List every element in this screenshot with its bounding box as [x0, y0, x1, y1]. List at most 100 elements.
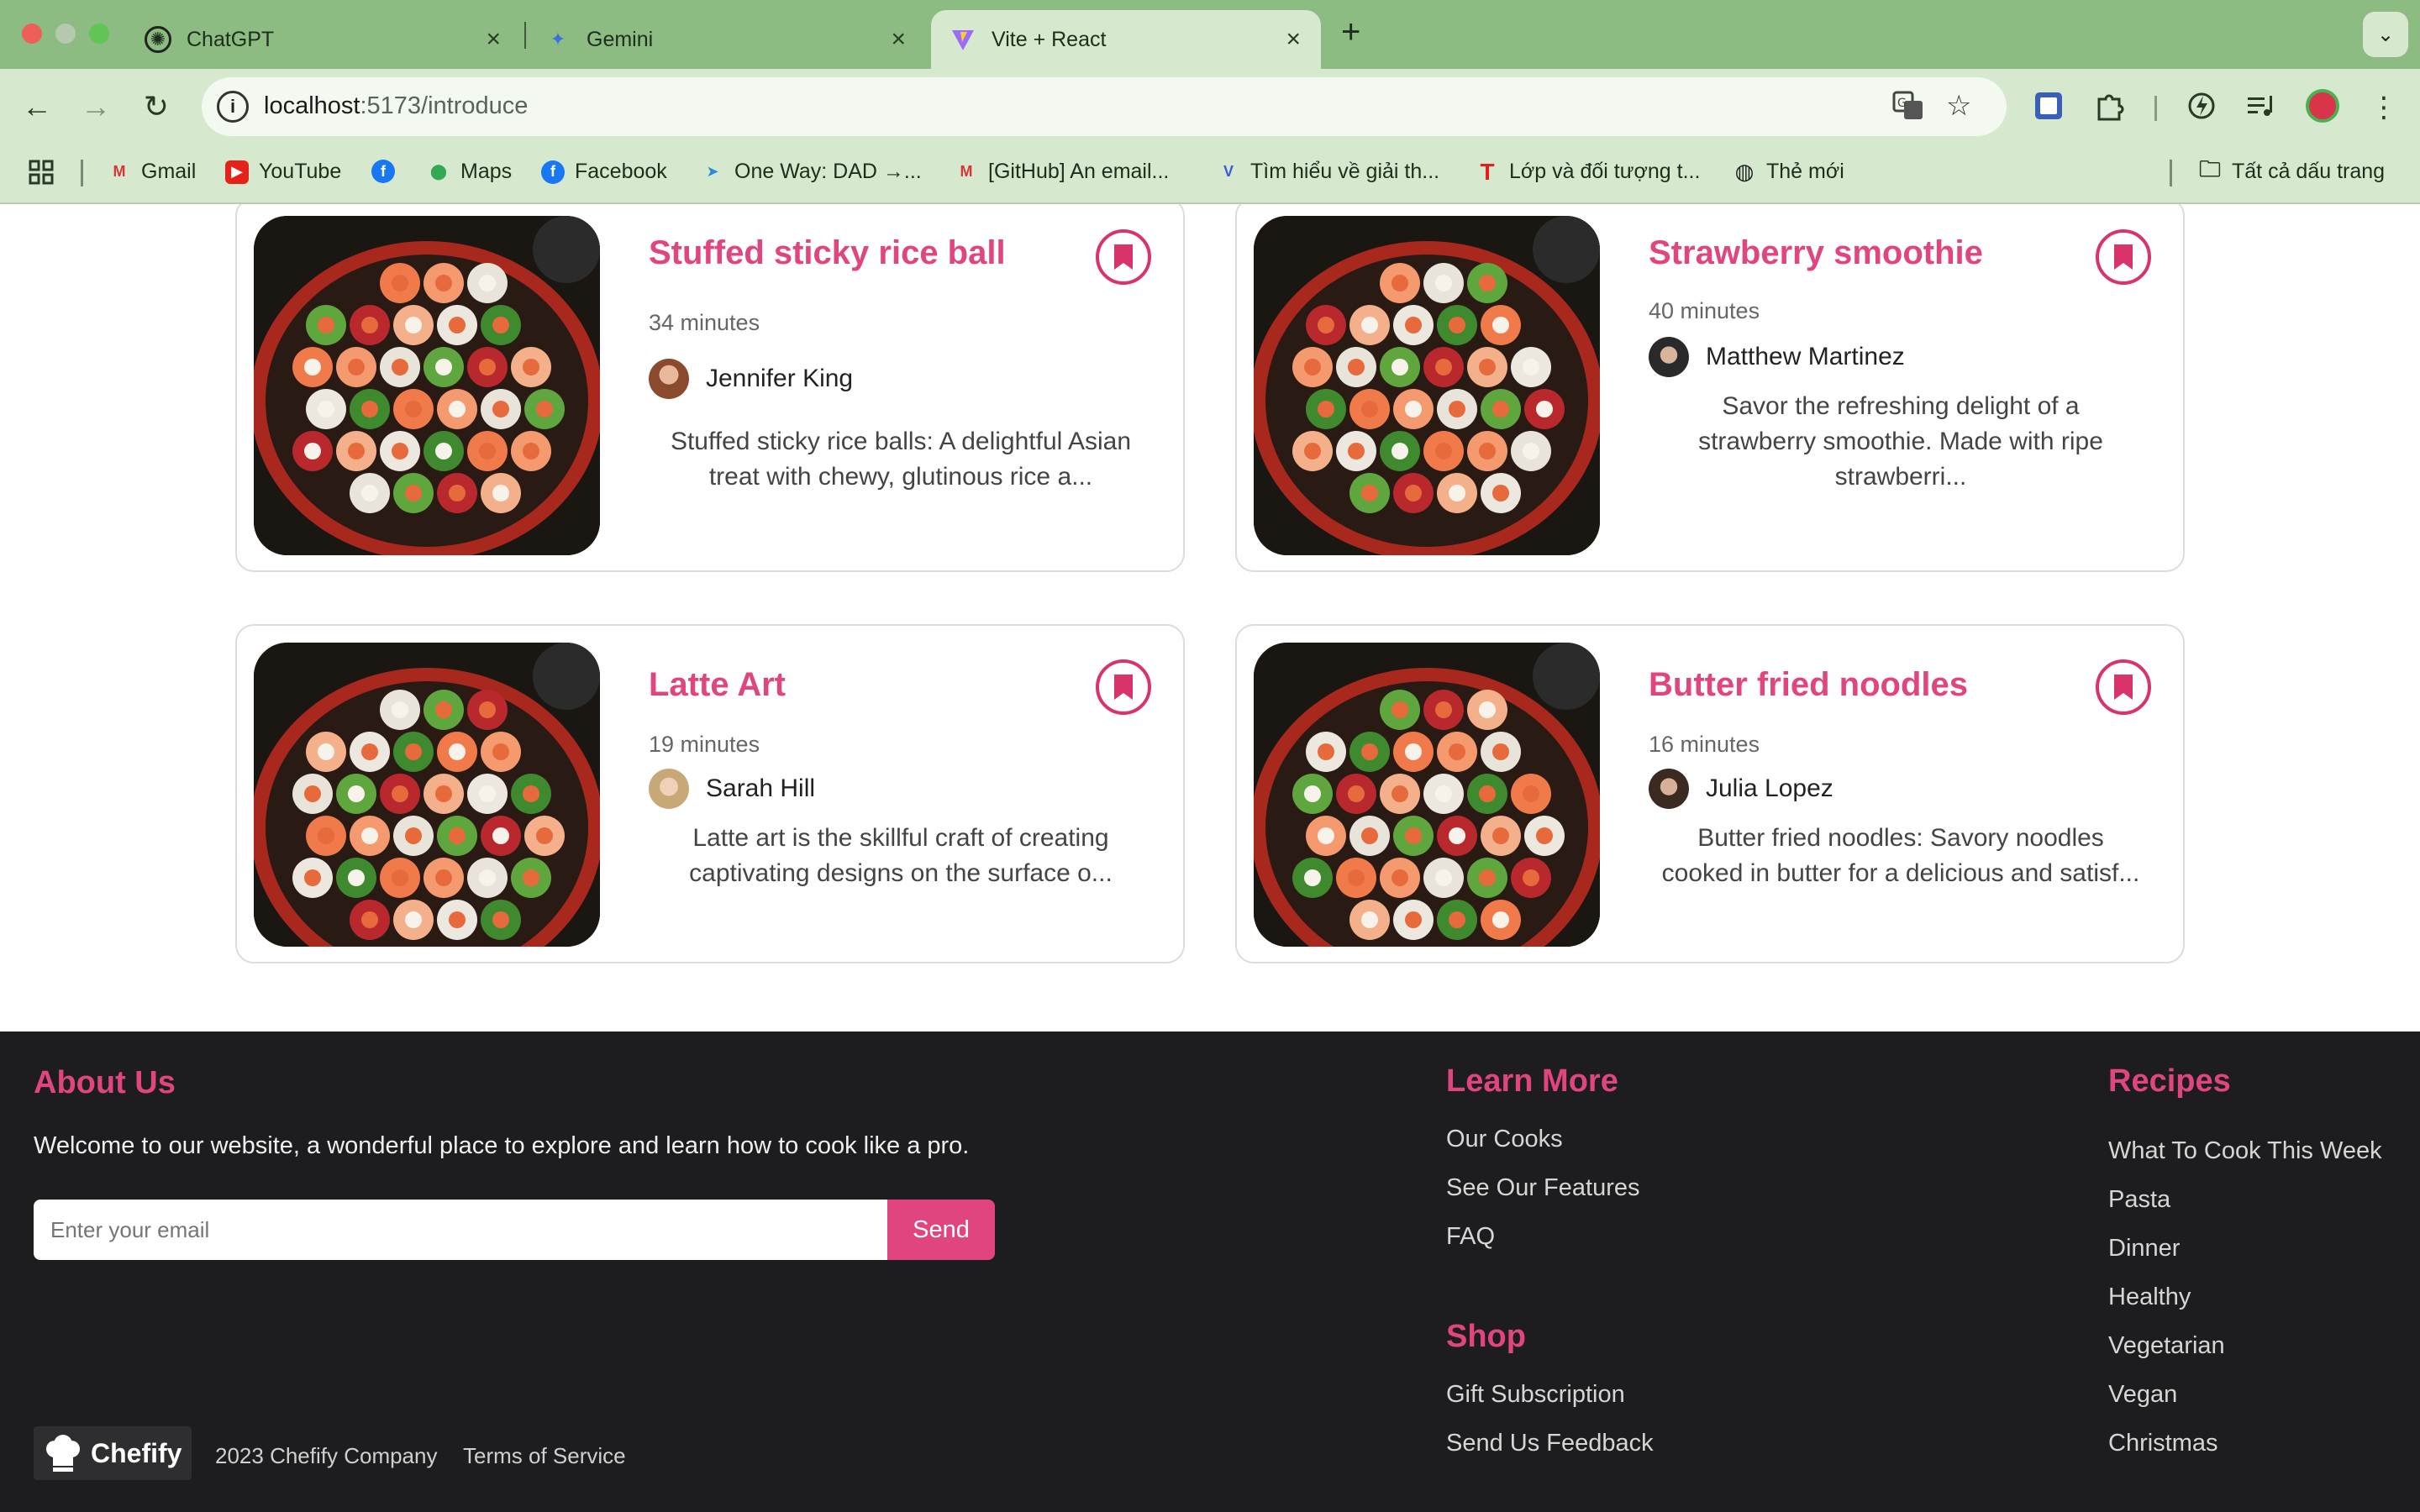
- footer-link[interactable]: Vegetarian: [2108, 1332, 2225, 1360]
- footer-link[interactable]: FAQ: [1446, 1223, 1495, 1251]
- footer-link[interactable]: Healthy: [2108, 1284, 2191, 1311]
- recipe-image: [254, 216, 600, 555]
- bookmark-icon: [2114, 244, 2133, 270]
- bookmark-one-way[interactable]: ➤ One Way: DAD →...: [701, 160, 921, 184]
- minimize-window-button[interactable]: [55, 24, 76, 44]
- bookmark-facebook-icon-only[interactable]: f: [371, 160, 405, 183]
- footer-link[interactable]: Vegan: [2108, 1381, 2177, 1409]
- close-icon[interactable]: ×: [891, 25, 906, 54]
- recipe-title[interactable]: Stuffed sticky rice ball: [649, 234, 1006, 272]
- description-line: treat with chewy, glutinous rice a...: [708, 463, 1093, 491]
- send-button[interactable]: Send: [887, 1200, 995, 1260]
- bookmark-label: Gmail: [141, 160, 197, 183]
- email-field[interactable]: [34, 1200, 887, 1260]
- media-queue-icon[interactable]: [2245, 91, 2275, 129]
- bookmark-label: Lớp và đối tượng t...: [1509, 160, 1701, 183]
- recipe-card[interactable]: Stuffed sticky rice ball 34 minutes Jenn…: [235, 204, 1185, 572]
- terms-link[interactable]: Terms of Service: [463, 1443, 626, 1469]
- footer-link[interactable]: Our Cooks: [1446, 1126, 1563, 1153]
- chef-hat-icon: [46, 1435, 80, 1472]
- vite-icon: [950, 26, 976, 53]
- bookmark-github-email[interactable]: M [GitHub] An email...: [955, 160, 1170, 184]
- recipe-author[interactable]: Jennifer King: [649, 359, 853, 399]
- more-menu-icon[interactable]: ⋮: [2370, 91, 2398, 124]
- back-button[interactable]: ←: [18, 89, 55, 124]
- tab-gemini[interactable]: ✦ Gemini ×: [526, 10, 926, 69]
- profile-avatar[interactable]: [2306, 89, 2339, 123]
- footer-link[interactable]: Dinner: [2108, 1235, 2180, 1263]
- recipe-author[interactable]: Julia Lopez: [1649, 769, 1833, 809]
- bookmark-youtube[interactable]: ▶ YouTube: [225, 160, 341, 184]
- recipe-card[interactable]: Butter fried noodles 16 minutes Julia Lo…: [1235, 624, 2185, 963]
- save-recipe-button[interactable]: [2096, 659, 2151, 715]
- recipe-card[interactable]: Strawberry smoothie 40 minutes Matthew M…: [1235, 204, 2185, 572]
- footer-link[interactable]: Gift Subscription: [1446, 1381, 1625, 1409]
- save-recipe-button[interactable]: [1096, 229, 1151, 285]
- footer-link[interactable]: Christmas: [2108, 1430, 2218, 1457]
- bookmark-the-moi[interactable]: ◍ Thẻ mới: [1733, 159, 1844, 184]
- close-icon[interactable]: ×: [1286, 25, 1301, 54]
- facebook-icon: f: [371, 160, 395, 183]
- translate-icon[interactable]: G: [1892, 89, 1924, 129]
- description-line: strawberri...: [1834, 463, 1967, 491]
- bookmark-label: Tất cả dấu trang: [2232, 160, 2386, 183]
- shop-heading: Shop: [1446, 1319, 1526, 1354]
- bookmark-star-icon[interactable]: ☆: [1946, 89, 1971, 123]
- extensions-puzzle-icon[interactable]: [2094, 91, 2124, 129]
- bookmark-label: Facebook: [575, 160, 667, 183]
- recipe-description: Stuffed sticky rice balls: A delightful …: [649, 424, 1153, 495]
- chevron-down-icon: ⌄: [2376, 23, 2395, 46]
- bookmark-icon: [2114, 675, 2133, 700]
- footer-link[interactable]: Send Us Feedback: [1446, 1430, 1654, 1457]
- footer-link[interactable]: See Our Features: [1446, 1174, 1640, 1202]
- recipe-title[interactable]: Strawberry smoothie: [1649, 234, 1983, 272]
- bookmark-maps[interactable]: ⬤ Maps: [427, 160, 512, 184]
- about-us-heading: About Us: [34, 1065, 176, 1100]
- performance-icon[interactable]: [2186, 91, 2217, 129]
- new-tab-button[interactable]: +: [1341, 13, 1360, 51]
- recipe-title[interactable]: Latte Art: [649, 666, 786, 704]
- tab-strip: ✺ ChatGPT × ✦ Gemini × Vite + React × + …: [0, 0, 2420, 69]
- tab-chatgpt[interactable]: ✺ ChatGPT ×: [126, 10, 521, 69]
- close-icon[interactable]: ×: [486, 25, 501, 54]
- toolbar-divider: [2154, 96, 2157, 121]
- bookmark-tim-hieu[interactable]: V Tìm hiểu về giải th...: [1217, 160, 1439, 184]
- all-bookmarks-folder[interactable]: 🗀 Tất cả dấu trang: [2198, 156, 2386, 184]
- learn-more-heading: Learn More: [1446, 1063, 1618, 1099]
- bookmark-icon: [1114, 244, 1133, 270]
- url-path: :5173/introduce: [360, 92, 529, 119]
- save-recipe-button[interactable]: [2096, 229, 2151, 285]
- site-info-icon[interactable]: i: [217, 91, 249, 123]
- bookmark-icon: [1114, 675, 1133, 700]
- address-bar[interactable]: i localhost:5173/introduce G ☆: [202, 77, 2007, 136]
- footer-link[interactable]: Pasta: [2108, 1186, 2170, 1214]
- bookmark-facebook[interactable]: f Facebook: [541, 160, 667, 184]
- recipe-author[interactable]: Matthew Martinez: [1649, 337, 1905, 377]
- forward-button[interactable]: →: [77, 89, 114, 124]
- footer-link[interactable]: What To Cook This Week: [2108, 1137, 2382, 1165]
- svg-text:G: G: [1897, 97, 1907, 110]
- description-line: captivating designs on the surface o...: [689, 859, 1113, 887]
- url-text[interactable]: localhost:5173/introduce: [264, 92, 528, 120]
- browser-toolbar: ← → ↻ i localhost:5173/introduce G ☆ ⋮: [0, 69, 2420, 144]
- reload-button[interactable]: ↻: [138, 89, 175, 124]
- author-name: Julia Lopez: [1706, 774, 1833, 802]
- author-avatar: [649, 359, 689, 399]
- recipe-card[interactable]: Latte Art 19 minutes Sarah Hill Latte ar…: [235, 624, 1185, 963]
- chefify-logo[interactable]: Chefify: [34, 1426, 192, 1480]
- maximize-window-button[interactable]: [89, 24, 109, 44]
- author-avatar: [1649, 769, 1689, 809]
- recipe-author[interactable]: Sarah Hill: [649, 769, 815, 809]
- save-recipe-button[interactable]: [1096, 659, 1151, 715]
- close-window-button[interactable]: [22, 24, 42, 44]
- extension-translate-icon[interactable]: [2033, 91, 2064, 129]
- tab-search-button[interactable]: ⌄: [2363, 12, 2408, 57]
- bookmark-gmail[interactable]: M Gmail: [108, 160, 197, 184]
- site-footer: About Us Welcome to our website, a wonde…: [0, 1032, 2420, 1512]
- recipe-description: Savor the refreshing delight of a strawb…: [1649, 389, 2153, 495]
- apps-grid-icon[interactable]: [29, 160, 54, 185]
- bookmark-lop-doi-tuong[interactable]: T Lớp và đối tượng t...: [1476, 159, 1701, 185]
- tab-vite-react[interactable]: Vite + React ×: [931, 10, 1321, 69]
- author-name: Sarah Hill: [706, 774, 816, 802]
- recipe-title[interactable]: Butter fried noodles: [1649, 666, 1968, 704]
